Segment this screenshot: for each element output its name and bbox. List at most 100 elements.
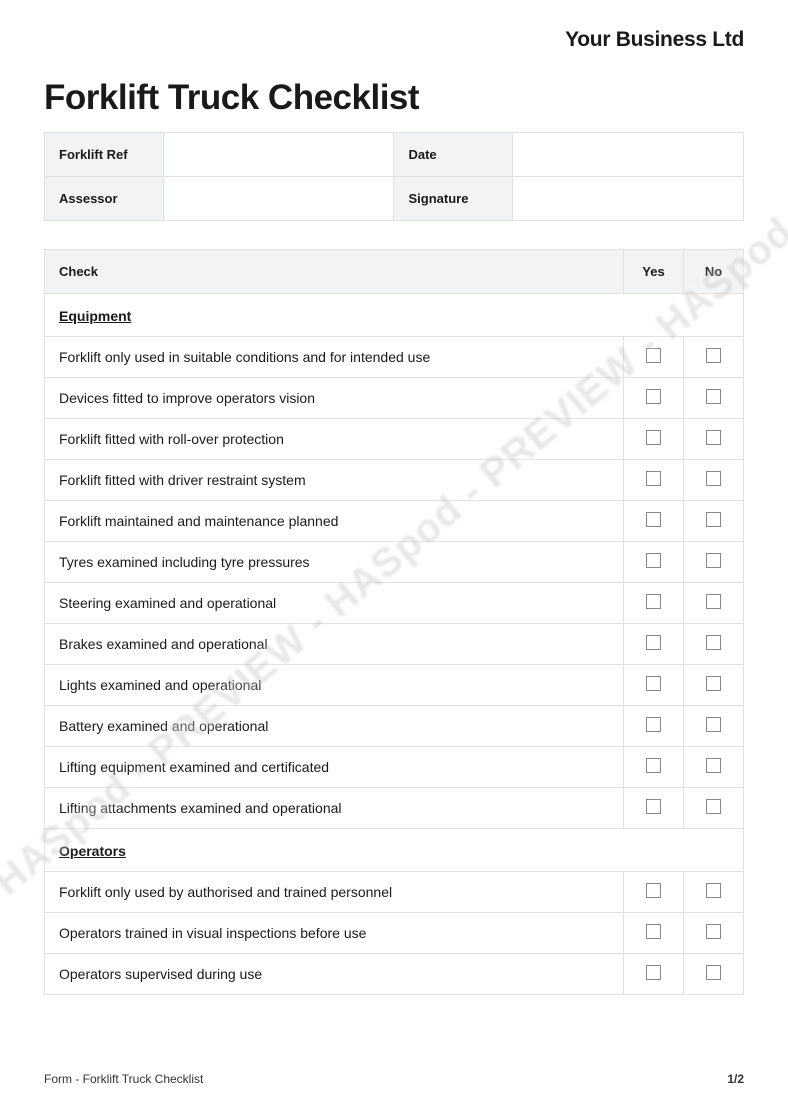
yes-checkbox[interactable] <box>646 430 661 445</box>
yes-checkbox[interactable] <box>646 594 661 609</box>
no-cell <box>684 624 744 665</box>
no-checkbox[interactable] <box>706 799 721 814</box>
check-item-text: Lights examined and operational <box>45 665 624 706</box>
no-cell <box>684 419 744 460</box>
yes-cell <box>624 913 684 954</box>
signature-field[interactable] <box>513 177 744 221</box>
checklist-row: Forklift fitted with driver restraint sy… <box>45 460 744 501</box>
check-item-text: Steering examined and operational <box>45 583 624 624</box>
yes-checkbox[interactable] <box>646 635 661 650</box>
no-checkbox[interactable] <box>706 389 721 404</box>
checklist-row: Lifting equipment examined and certifica… <box>45 747 744 788</box>
no-checkbox[interactable] <box>706 965 721 980</box>
forklift-ref-field[interactable] <box>163 133 394 177</box>
no-checkbox[interactable] <box>706 512 721 527</box>
date-label: Date <box>394 133 513 177</box>
yes-cell <box>624 665 684 706</box>
no-cell <box>684 460 744 501</box>
yes-checkbox[interactable] <box>646 553 661 568</box>
check-item-text: Forklift fitted with roll-over protectio… <box>45 419 624 460</box>
no-checkbox[interactable] <box>706 676 721 691</box>
info-row: Forklift Ref Date <box>45 133 744 177</box>
check-item-text: Operators trained in visual inspections … <box>45 913 624 954</box>
yes-checkbox[interactable] <box>646 799 661 814</box>
yes-column-header: Yes <box>624 250 684 294</box>
yes-cell <box>624 419 684 460</box>
checklist-row: Forklift only used in suitable condition… <box>45 337 744 378</box>
checklist-row: Lifting attachments examined and operati… <box>45 788 744 829</box>
info-table: Forklift Ref Date Assessor Signature <box>44 132 744 221</box>
no-checkbox[interactable] <box>706 348 721 363</box>
no-checkbox[interactable] <box>706 430 721 445</box>
section-heading-row: Equipment <box>45 294 744 337</box>
yes-checkbox[interactable] <box>646 676 661 691</box>
no-cell <box>684 706 744 747</box>
no-cell <box>684 788 744 829</box>
yes-cell <box>624 460 684 501</box>
check-item-text: Operators supervised during use <box>45 954 624 995</box>
yes-cell <box>624 872 684 913</box>
check-item-text: Brakes examined and operational <box>45 624 624 665</box>
no-checkbox[interactable] <box>706 471 721 486</box>
no-cell <box>684 501 744 542</box>
no-checkbox[interactable] <box>706 635 721 650</box>
check-column-header: Check <box>45 250 624 294</box>
checklist-row: Steering examined and operational <box>45 583 744 624</box>
check-item-text: Forklift only used by authorised and tra… <box>45 872 624 913</box>
checklist-row: Devices fitted to improve operators visi… <box>45 378 744 419</box>
check-item-text: Lifting equipment examined and certifica… <box>45 747 624 788</box>
yes-checkbox[interactable] <box>646 348 661 363</box>
page-footer: Form - Forklift Truck Checklist 1/2 <box>44 1072 744 1086</box>
checklist-row: Battery examined and operational <box>45 706 744 747</box>
check-item-text: Forklift only used in suitable condition… <box>45 337 624 378</box>
no-checkbox[interactable] <box>706 553 721 568</box>
yes-cell <box>624 954 684 995</box>
no-cell <box>684 872 744 913</box>
no-checkbox[interactable] <box>706 758 721 773</box>
no-cell <box>684 378 744 419</box>
no-checkbox[interactable] <box>706 883 721 898</box>
no-checkbox[interactable] <box>706 594 721 609</box>
checklist-table: Check Yes No EquipmentForklift only used… <box>44 249 744 995</box>
no-cell <box>684 954 744 995</box>
footer-form-name: Form - Forklift Truck Checklist <box>44 1072 203 1086</box>
no-cell <box>684 913 744 954</box>
info-row: Assessor Signature <box>45 177 744 221</box>
section-heading-row: Operators <box>45 829 744 872</box>
check-item-text: Forklift maintained and maintenance plan… <box>45 501 624 542</box>
yes-checkbox[interactable] <box>646 471 661 486</box>
checklist-header-row: Check Yes No <box>45 250 744 294</box>
no-cell <box>684 665 744 706</box>
no-cell <box>684 747 744 788</box>
yes-checkbox[interactable] <box>646 512 661 527</box>
yes-cell <box>624 788 684 829</box>
checklist-row: Tyres examined including tyre pressures <box>45 542 744 583</box>
no-checkbox[interactable] <box>706 924 721 939</box>
check-item-text: Devices fitted to improve operators visi… <box>45 378 624 419</box>
assessor-field[interactable] <box>163 177 394 221</box>
yes-checkbox[interactable] <box>646 758 661 773</box>
page-title: Forklift Truck Checklist <box>44 78 744 118</box>
checklist-row: Forklift maintained and maintenance plan… <box>45 501 744 542</box>
checklist-row: Operators trained in visual inspections … <box>45 913 744 954</box>
signature-label: Signature <box>394 177 513 221</box>
business-name: Your Business Ltd <box>44 28 744 52</box>
yes-cell <box>624 747 684 788</box>
no-cell <box>684 542 744 583</box>
yes-checkbox[interactable] <box>646 883 661 898</box>
yes-checkbox[interactable] <box>646 717 661 732</box>
no-cell <box>684 583 744 624</box>
yes-cell <box>624 378 684 419</box>
check-item-text: Lifting attachments examined and operati… <box>45 788 624 829</box>
date-field[interactable] <box>513 133 744 177</box>
footer-page-number: 1/2 <box>727 1072 744 1086</box>
yes-checkbox[interactable] <box>646 389 661 404</box>
document-page: Your Business Ltd Forklift Truck Checkli… <box>0 0 788 1114</box>
yes-cell <box>624 624 684 665</box>
yes-checkbox[interactable] <box>646 924 661 939</box>
yes-cell <box>624 501 684 542</box>
section-heading: Equipment <box>45 294 744 337</box>
yes-checkbox[interactable] <box>646 965 661 980</box>
no-cell <box>684 337 744 378</box>
no-checkbox[interactable] <box>706 717 721 732</box>
